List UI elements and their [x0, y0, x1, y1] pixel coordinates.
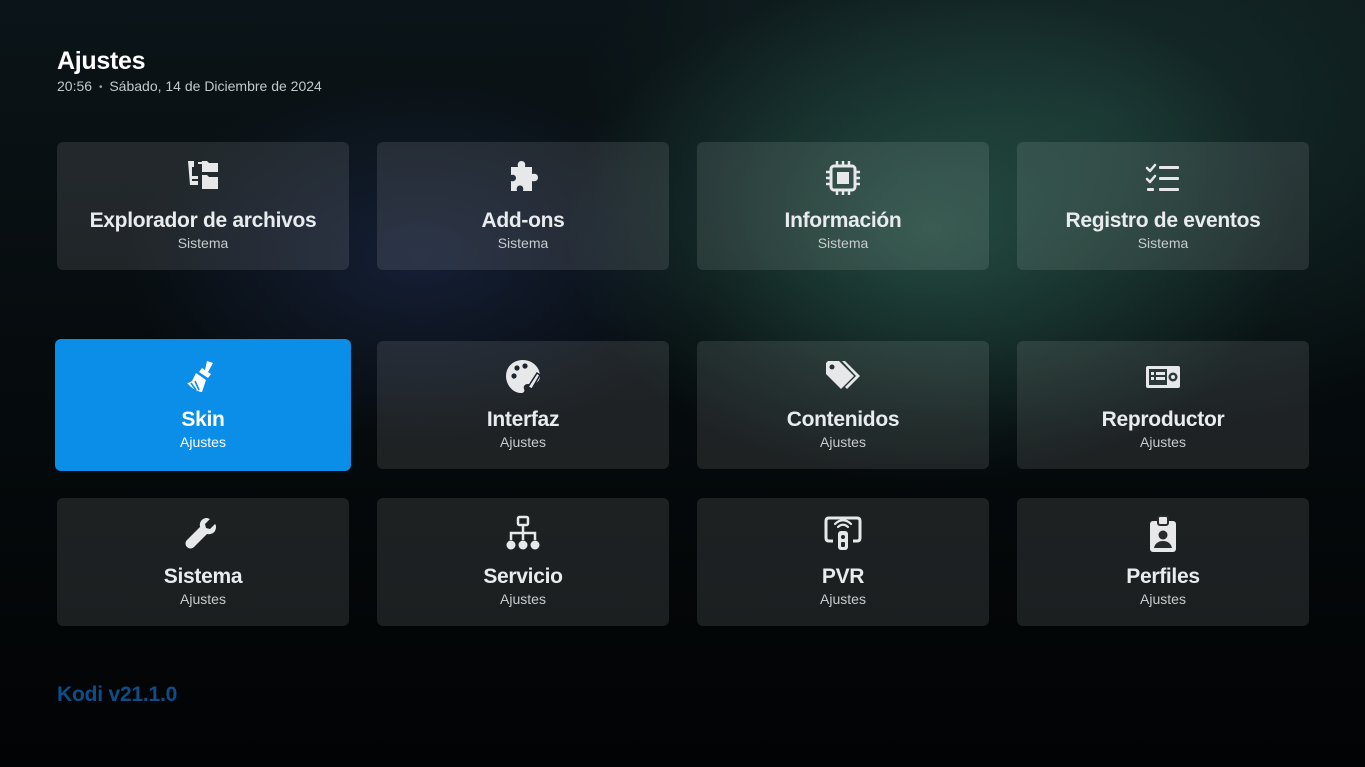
tile-label: Add-ons	[481, 209, 565, 232]
tile-player[interactable]: Reproductor Ajustes	[1017, 341, 1309, 469]
tile-sublabel: Ajustes	[180, 591, 226, 607]
tile-sublabel: Ajustes	[820, 591, 866, 607]
tile-label: Servicio	[483, 565, 563, 588]
separator-dot: •	[98, 82, 103, 93]
tile-label: Interfaz	[486, 408, 560, 431]
tile-event-log[interactable]: Registro de eventos Sistema	[1017, 142, 1309, 270]
page-title: Ajustes	[57, 47, 146, 75]
tile-service[interactable]: Servicio Ajustes	[377, 498, 669, 626]
tile-interface[interactable]: Interfaz Ajustes	[377, 341, 669, 469]
chip-icon	[823, 158, 863, 198]
tile-label: Perfiles	[1126, 565, 1200, 588]
tile-label: Reproductor	[1101, 408, 1225, 431]
tile-label: Explorador de archivos	[89, 209, 317, 232]
tile-sublabel: Sistema	[817, 235, 869, 251]
tile-information[interactable]: Información Sistema	[697, 142, 989, 270]
version-label: Kodi v21.1.0	[57, 683, 178, 706]
tile-sublabel: Ajustes	[500, 434, 546, 450]
tile-system[interactable]: Sistema Ajustes	[57, 498, 349, 626]
tile-label: Sistema	[163, 565, 243, 588]
wrench-icon	[183, 514, 223, 554]
tile-sublabel: Ajustes	[1140, 591, 1186, 607]
profile-badge-icon	[1143, 514, 1183, 554]
tile-pvr[interactable]: PVR Ajustes	[697, 498, 989, 626]
tile-sublabel: Ajustes	[820, 434, 866, 450]
file-manager-icon	[183, 158, 223, 198]
tile-sublabel: Ajustes	[1140, 434, 1186, 450]
tile-label: Información	[784, 209, 902, 232]
player-icon	[1143, 357, 1183, 397]
tags-icon	[823, 357, 863, 397]
tile-addons[interactable]: Add-ons Sistema	[377, 142, 669, 270]
tile-label: Registro de eventos	[1065, 209, 1261, 232]
tile-label: Contenidos	[786, 408, 900, 431]
page-header: Ajustes 20:56 • Sábado, 14 de Diciembre …	[57, 46, 322, 97]
tile-sublabel: Sistema	[1137, 235, 1189, 251]
puzzle-icon	[503, 158, 543, 198]
tv-remote-icon	[823, 514, 863, 554]
tile-skin[interactable]: Skin Ajustes	[55, 339, 351, 471]
tile-contents[interactable]: Contenidos Ajustes	[697, 341, 989, 469]
tile-sublabel: Ajustes	[180, 434, 226, 450]
tile-label: Skin	[181, 408, 225, 431]
datetime: 20:56 • Sábado, 14 de Diciembre de 2024	[57, 77, 322, 97]
tile-profiles[interactable]: Perfiles Ajustes	[1017, 498, 1309, 626]
tile-sublabel: Ajustes	[500, 591, 546, 607]
tile-file-manager[interactable]: Explorador de archivos Sistema	[57, 142, 349, 270]
tile-sublabel: Sistema	[497, 235, 549, 251]
date-text: Sábado, 14 de Diciembre de 2024	[109, 78, 322, 94]
tile-label: PVR	[821, 565, 865, 588]
palette-icon	[503, 357, 543, 397]
tile-sublabel: Sistema	[177, 235, 229, 251]
network-icon	[503, 514, 543, 554]
paint-brush-icon	[183, 357, 223, 397]
clock-time: 20:56	[57, 78, 93, 94]
checklist-icon	[1143, 158, 1183, 198]
